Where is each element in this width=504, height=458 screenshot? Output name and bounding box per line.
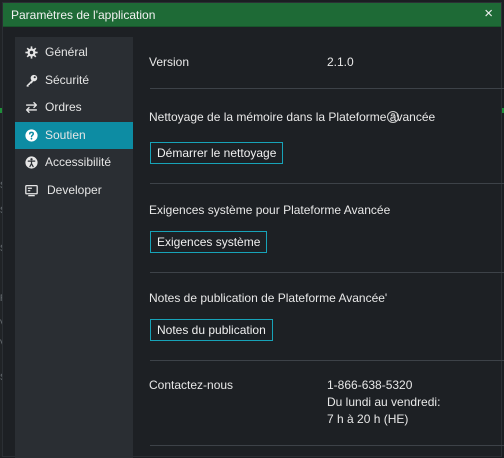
start-cleanup-button[interactable]: Démarrer le nettoyage (150, 142, 284, 164)
help-icon[interactable]: ? (387, 111, 399, 123)
system-requirements-label: Exigences système pour Plateforme Avancé… (149, 203, 391, 217)
contact-phone: 1-866-638-5320 (327, 378, 413, 392)
divider (150, 445, 504, 446)
sidebar-item-support[interactable]: Soutien (15, 122, 133, 149)
sidebar-item-security[interactable]: Sécurité (15, 67, 133, 94)
sidebar-item-label: Soutien (45, 128, 86, 142)
sidebar-item-label: Général (45, 45, 88, 59)
sidebar-item-orders[interactable]: Ordres (15, 94, 133, 121)
gear-icon (25, 46, 38, 59)
divider (150, 272, 504, 273)
settings-content: Version 2.1.0 Nettoyage de la mémoire da… (133, 27, 504, 456)
sidebar-item-label: Developer (47, 183, 102, 197)
version-value: 2.1.0 (327, 55, 354, 69)
sidebar-item-general[interactable]: Général (15, 39, 133, 66)
close-icon[interactable]: × (484, 6, 493, 22)
release-notes-label: Notes de publication de Plateforme Avanc… (149, 291, 388, 305)
monitor-icon (25, 184, 38, 197)
sidebar-item-developer[interactable]: Developer (15, 177, 133, 204)
swap-arrows-icon (25, 101, 38, 114)
sidebar-item-label: Ordres (45, 100, 82, 114)
settings-dialog: Paramètres de l'application × Général Sé… (2, 2, 504, 458)
sidebar-item-accessibility[interactable]: Accessibilité (15, 149, 133, 176)
accessibility-icon (25, 156, 38, 169)
divider (150, 360, 504, 361)
question-circle-icon (25, 129, 38, 142)
divider (150, 88, 504, 89)
settings-sidebar: Général Sécurité Ordres Soutien Accessib… (15, 37, 133, 458)
system-requirements-button[interactable]: Exigences système (150, 231, 268, 253)
version-label: Version (149, 55, 190, 69)
contact-label: Contactez-nous (149, 378, 234, 392)
dialog-titlebar[interactable]: Paramètres de l'application × (3, 3, 501, 27)
divider (150, 183, 504, 184)
dialog-title: Paramètres de l'application (11, 8, 156, 22)
sidebar-item-label: Accessibilité (45, 155, 112, 169)
contact-days: Du lundi au vendredi: (327, 395, 441, 409)
contact-hours: 7 h à 20 h (HE) (327, 412, 409, 426)
key-icon (26, 74, 38, 87)
sidebar-item-label: Sécurité (45, 73, 90, 87)
release-notes-button[interactable]: Notes du publication (150, 319, 273, 341)
